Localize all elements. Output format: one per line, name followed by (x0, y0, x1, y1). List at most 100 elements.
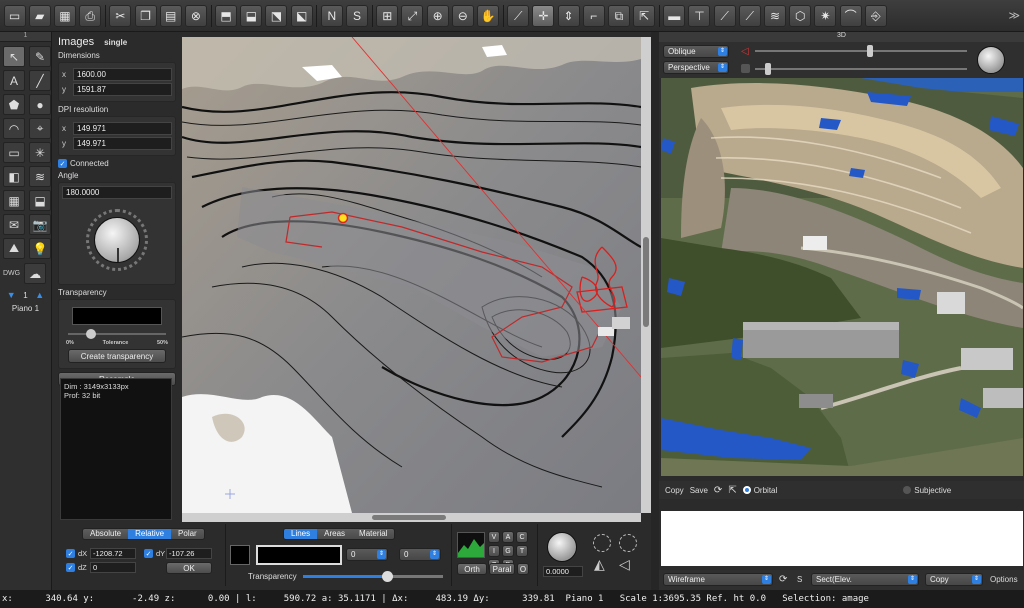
dx-checkbox[interactable]: ✓ (66, 549, 75, 558)
orbital-radio[interactable]: Orbital (742, 486, 777, 495)
crosshair-icon[interactable]: ✛ (532, 4, 555, 27)
polygon-icon[interactable]: ⬟ (3, 94, 25, 115)
arc-icon[interactable]: ◠ (3, 118, 25, 139)
full-extent-icon[interactable]: ⤢ (401, 4, 424, 27)
dim-y-field[interactable]: 1591.87 (73, 83, 172, 96)
dpi-x-field[interactable]: 149.971 (73, 122, 172, 135)
rotate-left-90-icon[interactable] (593, 534, 611, 552)
slope-icon[interactable]: ⟋ (713, 4, 736, 27)
send-back-icon[interactable]: ⬔ (265, 4, 288, 27)
vertical-measure-icon[interactable]: ⇕ (557, 4, 580, 27)
move-back-icon[interactable]: ⬒ (215, 4, 238, 27)
view-grid-button-a[interactable]: A (502, 531, 514, 543)
fit-window-icon[interactable]: ⊞ (376, 4, 399, 27)
camera-height-thumb[interactable] (867, 45, 873, 57)
shape-crop-icon[interactable]: ⧉ (607, 4, 630, 27)
tab-relative[interactable]: Relative (128, 529, 172, 539)
snowflake-icon[interactable]: ✳ (29, 142, 51, 163)
plan-view-canvas[interactable] (182, 37, 641, 513)
subjective-radio[interactable]: Subjective (903, 486, 951, 495)
line-tool-icon[interactable]: ⟋ (507, 4, 530, 27)
dwg-label[interactable]: DWG (3, 270, 20, 277)
layer-bar-icon[interactable]: ▬ (663, 4, 686, 27)
tolerance-thumb[interactable] (86, 329, 96, 339)
view-grid-button-g[interactable]: G (502, 545, 514, 557)
transparency-color-swatch[interactable] (72, 307, 162, 325)
tab-absolute[interactable]: Absolute (83, 529, 129, 539)
panel-splitter[interactable] (651, 32, 659, 590)
map-horizontal-scrollbar[interactable] (182, 513, 641, 522)
view-grid-button-i[interactable]: I (488, 545, 500, 557)
text-icon[interactable]: A (3, 70, 25, 91)
new-document-icon[interactable]: ▭ (3, 4, 26, 27)
wheel-icon[interactable]: ✷ (814, 4, 837, 27)
camera-height-slider[interactable] (755, 50, 967, 52)
pointer-select-icon[interactable]: ⇱ (633, 4, 656, 27)
flip-vertical-icon[interactable]: ◭ (594, 556, 605, 573)
create-transparency-button[interactable]: Create transparency (68, 349, 166, 363)
print-icon[interactable]: ⎙ (79, 4, 102, 27)
arch-icon[interactable]: ⌒ (839, 4, 862, 27)
stairs-icon[interactable]: ≋ (29, 166, 51, 187)
dz-checkbox[interactable]: ✓ (66, 563, 75, 572)
tab-material[interactable]: Material (352, 529, 395, 539)
projection-select[interactable]: Perspective ⇕ (663, 61, 729, 74)
orth-button[interactable]: Orth (457, 563, 487, 575)
ok-button[interactable]: OK (166, 562, 212, 574)
save-3d-button[interactable]: Save (690, 486, 708, 495)
delete-icon[interactable]: ⊗ (184, 4, 207, 27)
pan-hand-icon[interactable]: ✋ (476, 4, 499, 27)
line-pattern-swatch[interactable] (256, 545, 342, 565)
dy-checkbox[interactable]: ✓ (144, 549, 153, 558)
o-button[interactable]: O (517, 563, 529, 575)
camera-fov-slider[interactable] (755, 68, 967, 70)
view-3d-canvas[interactable] (661, 78, 1023, 476)
view-grid-button-v[interactable]: V (488, 531, 500, 543)
tolerance-slider[interactable] (68, 329, 166, 339)
line-color-swatch[interactable] (230, 545, 250, 565)
stack-icon[interactable]: ≋ (764, 4, 787, 27)
zoom-out-icon[interactable]: ⊖ (451, 4, 474, 27)
brush-icon[interactable]: ⬓ (29, 190, 51, 211)
terrain-icon[interactable]: ⛰ (3, 238, 25, 259)
camera-icon[interactable]: 📷 (29, 214, 51, 235)
snap-s-icon[interactable]: S (346, 4, 369, 27)
ruler-tool-icon[interactable]: ⟋ (738, 4, 761, 27)
copy-3d-button[interactable]: Copy (665, 486, 684, 495)
copy-icon[interactable]: ❐ (134, 4, 157, 27)
line-transparency-slider[interactable] (303, 571, 443, 582)
dy-field[interactable]: -107.26 (166, 548, 212, 559)
view-grid-button-t[interactable]: T (516, 545, 528, 557)
hscroll-thumb[interactable] (372, 515, 446, 520)
camera-rotation-knob[interactable] (977, 46, 1005, 74)
terrain-preview[interactable] (457, 532, 485, 558)
line-icon[interactable]: ╱ (29, 70, 51, 91)
tab-lines[interactable]: Lines (284, 529, 318, 539)
camera-lock-checkbox[interactable] (741, 64, 750, 73)
walk-icon[interactable]: ⇱ (728, 485, 736, 496)
dx-field[interactable]: -1208.72 (90, 548, 136, 559)
render-mode-select[interactable]: Wireframe ⇕ (663, 573, 773, 586)
line-transparency-thumb[interactable] (382, 571, 393, 582)
camera-fov-thumb[interactable] (765, 63, 771, 75)
view-grid-button-c[interactable]: C (516, 531, 528, 543)
refresh-render-icon[interactable]: ⟳ (779, 574, 787, 585)
open-folder-icon[interactable]: ▰ (28, 4, 51, 27)
connected-checkbox[interactable]: ✓ Connected (58, 159, 176, 168)
door-icon[interactable]: ⎆ (864, 4, 887, 27)
wall-icon[interactable]: ◧ (3, 166, 25, 187)
options-button[interactable]: Options (990, 575, 1018, 584)
refresh-icon[interactable]: ⟳ (714, 485, 722, 496)
rotation-knob[interactable] (547, 532, 577, 562)
copy-mode-select[interactable]: Copy ⇕ (925, 573, 983, 586)
window-icon[interactable]: ▦ (3, 190, 25, 211)
save-icon[interactable]: ▦ (53, 4, 76, 27)
toolbar-overflow-icon[interactable]: ≫ (1008, 9, 1020, 22)
map-vertical-scrollbar[interactable] (641, 37, 651, 513)
line-type-select[interactable]: 0 ⇕ (399, 548, 441, 561)
angle-field[interactable]: 180.0000 (62, 186, 172, 199)
move-front-icon[interactable]: ⬓ (240, 4, 263, 27)
view-3d-notes-area[interactable] (661, 511, 1023, 566)
floor-up-icon[interactable]: ▲ (35, 290, 44, 300)
flip-horizontal-icon[interactable]: ◁ (619, 556, 630, 573)
